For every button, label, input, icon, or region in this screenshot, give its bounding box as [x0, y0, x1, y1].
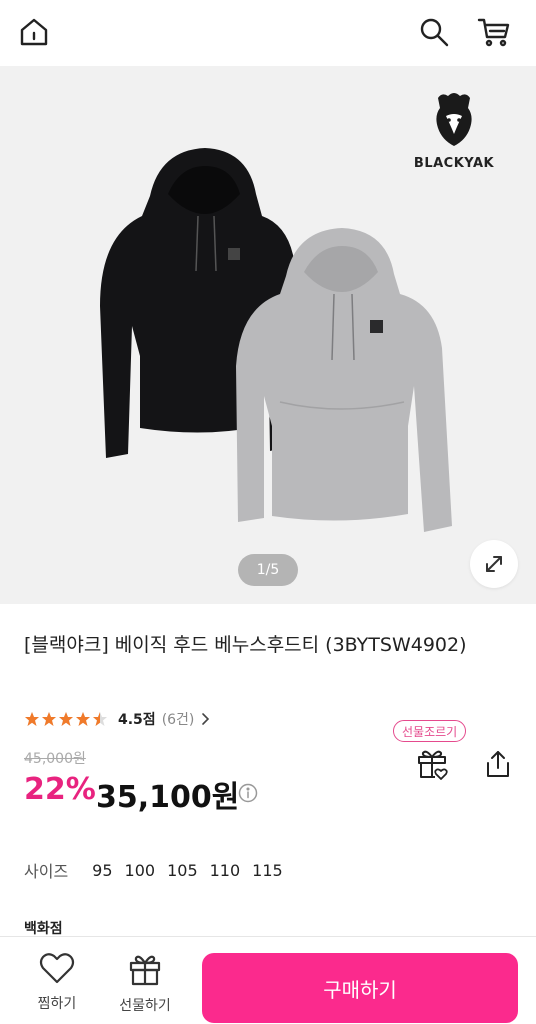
yak-logo-icon [436, 93, 472, 146]
star-icon [59, 712, 73, 726]
product-image-gallery[interactable]: BLACKYAK 1/5 [0, 66, 536, 604]
size-options: 사이즈 95 100 105 110 115 [24, 858, 295, 882]
brand-logo-text: BLACKYAK [413, 156, 495, 171]
share-button[interactable] [478, 744, 518, 784]
home-icon[interactable] [14, 12, 54, 52]
size-option: 95 [92, 860, 113, 880]
gift-request-button[interactable] [412, 744, 452, 784]
wishlist-label: 찜하기 [37, 996, 77, 1012]
product-title: [블랙야크] 베이직 후드 베누스후드티 (3BYTSW4902) [24, 634, 467, 656]
gift-button[interactable]: 선물하기 [110, 951, 180, 1015]
section-label: 백화점 [24, 921, 63, 937]
sale-price: 35,100원 [96, 780, 240, 815]
search-icon[interactable] [414, 12, 454, 52]
expand-icon [486, 556, 502, 572]
star-icon [25, 712, 39, 726]
rating-score: 4.5점 [118, 712, 156, 728]
discount-rate: 22% [24, 772, 96, 807]
gift-label: 선물하기 [119, 998, 171, 1014]
star-icon [76, 712, 90, 726]
size-option: 115 [252, 860, 283, 880]
top-navigation-bar [0, 0, 536, 66]
star-icon [42, 712, 56, 726]
original-price: 45,000원 [24, 751, 86, 767]
expand-image-button[interactable] [470, 540, 518, 588]
size-label: 사이즈 [24, 862, 69, 881]
gift-icon [129, 955, 161, 986]
review-count: (6건) [161, 712, 195, 728]
rating-stars [24, 711, 108, 727]
wishlist-button[interactable]: 찜하기 [22, 951, 92, 1013]
size-option: 100 [124, 860, 156, 880]
bottom-action-bar: 찜하기 선물하기 구매하기 [0, 936, 536, 1024]
share-icon [487, 751, 509, 777]
star-icon [93, 712, 107, 726]
gallery-page-indicator: 1/5 [238, 554, 298, 586]
price-info-icon[interactable] [238, 783, 258, 803]
buy-button[interactable]: 구매하기 [202, 953, 518, 1023]
heart-icon [39, 953, 75, 984]
size-option: 110 [209, 860, 241, 880]
cart-icon[interactable] [474, 12, 514, 52]
gift-request-badge[interactable]: 선물조르기 [393, 720, 467, 742]
rating-summary[interactable]: 4.5점 (6건) [24, 708, 210, 730]
brand-logo: BLACKYAK [404, 90, 504, 171]
gift-heart-icon [418, 750, 448, 780]
size-option: 105 [167, 860, 198, 880]
chevron-right-icon [202, 713, 210, 725]
